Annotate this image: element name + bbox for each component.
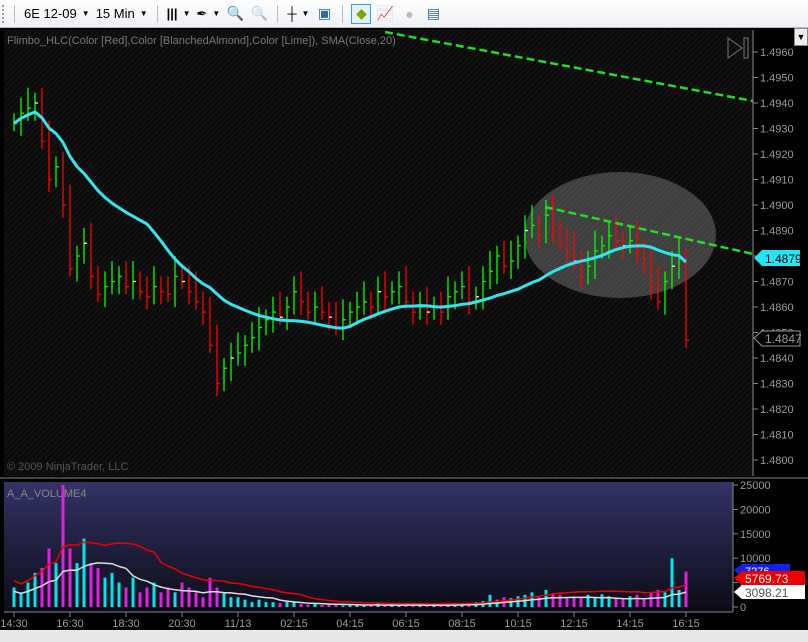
price-chart[interactable]: Flimbo_HLC(Color [Red],Color [BlanchedAl… [0, 28, 808, 642]
interval-label: 15 Min [95, 6, 135, 21]
divider [156, 4, 158, 23]
chevron-down-icon: ▼ [81, 9, 90, 18]
price-tick-label: 1.4890 [760, 226, 794, 238]
time-tick-label: 20:30 [168, 618, 196, 630]
volume-white-marker: 3098.21 [734, 585, 805, 600]
chevron-down-icon: ▼ [182, 9, 191, 18]
last-price-marker: 1.4847 [753, 330, 802, 347]
price-tick-label: 1.4830 [760, 379, 794, 391]
interval-selector[interactable]: 15 Min ▼ [93, 3, 151, 25]
volume-tick-label: 15000 [740, 529, 771, 541]
chevron-down-icon: ▼ [139, 9, 148, 18]
price-tick-label: 1.4800 [760, 455, 794, 467]
volume-white-value: 3098.21 [745, 586, 789, 600]
price-tick-label: 1.4960 [760, 47, 794, 59]
strategies-button[interactable]: ● [399, 4, 419, 24]
sma-price-value: 1.4879 [765, 252, 802, 266]
time-tick-label: 16:15 [672, 618, 700, 630]
horizontal-scrollbar[interactable] [0, 630, 808, 642]
price-tick-label: 1.4930 [760, 124, 794, 136]
price-tick-label: 1.4940 [760, 98, 794, 110]
properties-list-icon: ▤ [426, 5, 441, 21]
volume-tick-label: 20000 [740, 504, 771, 516]
instrument-label: 6E 12-09 [24, 6, 77, 21]
zoom-in-icon: 🔍 [226, 5, 245, 21]
volume-red-value: 5769.73 [745, 572, 789, 586]
price-tick-label: 1.4840 [760, 353, 794, 365]
time-tick-label: 08:15 [448, 618, 476, 630]
volume-red-marker: 5769.73 [734, 571, 805, 586]
chart-style-button[interactable]: ||| ▼ [164, 3, 194, 25]
last-price-value: 1.4847 [765, 332, 802, 346]
time-tick-label: 18:30 [112, 618, 140, 630]
drawing-tools-button[interactable]: ✒ ▼ [193, 3, 223, 25]
sma-price-marker: 1.4879 [754, 250, 802, 266]
indicator-label: Flimbo_HLC(Color [Red],Color [BlanchedAl… [7, 35, 396, 47]
time-tick-label: 04:15 [336, 618, 364, 630]
crosshair-button[interactable]: ┼ ▼ [284, 3, 312, 25]
crosshair-icon: ┼ [287, 6, 297, 21]
price-tick-label: 1.4900 [760, 200, 794, 212]
divider [342, 4, 344, 23]
time-tick-label: 02:15 [280, 618, 308, 630]
price-tick-label: 1.4870 [760, 277, 794, 289]
chevron-down-icon: ▼ [796, 32, 806, 42]
chevron-down-icon: ▼ [212, 9, 221, 18]
panel-menu-button[interactable]: ▼ [794, 28, 808, 46]
time-tick-label: 06:15 [392, 618, 420, 630]
time-tick-label: 14:30 [0, 618, 28, 630]
price-tick-label: 1.4860 [760, 302, 794, 314]
time-tick-label: 12:15 [560, 618, 588, 630]
time-tick-label: 14:15 [616, 618, 644, 630]
time-tick-label: 11/13 [225, 618, 252, 630]
time-tick-label: 10:15 [504, 618, 532, 630]
instrument-selector[interactable]: 6E 12-09 ▼ [21, 3, 93, 25]
indicators-button[interactable]: 📈 [375, 4, 395, 24]
volume-tick-label: 10000 [740, 553, 771, 565]
time-tick-label: 16:30 [56, 618, 84, 630]
zoom-in-button[interactable]: 🔍 [225, 4, 245, 24]
divider [14, 4, 15, 23]
indicator-chart-icon: 📈 [376, 5, 395, 21]
zoom-out-button[interactable]: 🔍 [249, 4, 269, 24]
price-tick-label: 1.4950 [760, 73, 794, 85]
strategy-coin-icon: ● [405, 5, 414, 22]
chart-trader-icon: ◆ [356, 5, 367, 21]
price-tick-label: 1.4920 [760, 149, 794, 161]
data-box-button[interactable]: ▣ [314, 4, 334, 24]
order-entry-button[interactable]: ◆ [351, 3, 372, 24]
toolbar-grip[interactable] [2, 4, 8, 23]
price-tick-label: 1.4810 [760, 430, 794, 442]
volume-tick-label: 25000 [740, 480, 771, 492]
price-tick-label: 1.4820 [760, 404, 794, 416]
bar-chart-icon: ||| [166, 6, 178, 21]
chevron-down-icon: ▼ [301, 9, 310, 18]
chart-toolbar: 6E 12-09 ▼ 15 Min ▼ ||| ▼ ✒ ▼ 🔍 🔍 ┼ ▼ ▣ ◆ 📈 ●… [0, 0, 808, 28]
properties-button[interactable]: ▤ [423, 4, 443, 24]
pen-icon: ✒ [196, 5, 208, 21]
divider [277, 4, 279, 23]
zoom-out-icon: 🔍 [250, 5, 269, 21]
price-tick-label: 1.4910 [760, 175, 794, 187]
data-box-icon: ▣ [317, 5, 332, 21]
copyright-text: © 2009 NinjaTrader, LLC [7, 461, 128, 473]
volume-tick-label: 0 [740, 602, 746, 614]
volume-indicator-label: A_A_VOLUME4 [7, 488, 86, 500]
